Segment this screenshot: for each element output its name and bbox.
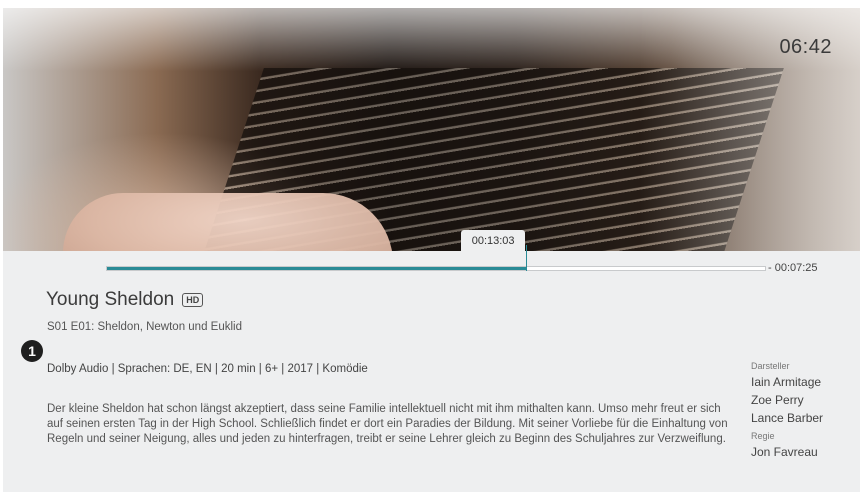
detail-screen: 06:42 00:13:03 - 00:07:25 Young Sheldon … [3,8,860,492]
remaining-time-label: - 00:07:25 [768,262,818,274]
credits-panel: Darsteller Iain Armitage Zoe Perry Lance… [751,361,851,461]
current-time-label: 00:13:03 [461,230,526,252]
director-heading: Regie [751,431,775,441]
episode-title: S01 E01: Sheldon, Newton und Euklid [47,321,242,333]
clock: 06:42 [779,36,832,58]
backdrop-image: 06:42 [3,8,860,251]
description: Der kleine Sheldon hat schon längst akze… [47,403,728,445]
progress-fill [107,267,527,270]
cast-member: Zoe Perry [751,393,804,407]
cast-member: Lance Barber [751,411,824,425]
progress-marker[interactable] [526,245,528,271]
meta-info: Dolby Audio | Sprachen: DE, EN | 20 min … [47,363,368,375]
show-title: Young Sheldon [46,289,175,310]
hand-image [63,193,393,251]
director-name: Jon Favreau [751,445,818,459]
show-title-row: Young Sheldon HD [46,289,204,311]
cast-member: Iain Armitage [751,375,822,389]
progress-bar[interactable] [106,245,766,271]
hd-badge: HD [182,293,204,307]
cast-heading: Darsteller [751,361,790,371]
step-number-badge: 1 [21,340,43,362]
